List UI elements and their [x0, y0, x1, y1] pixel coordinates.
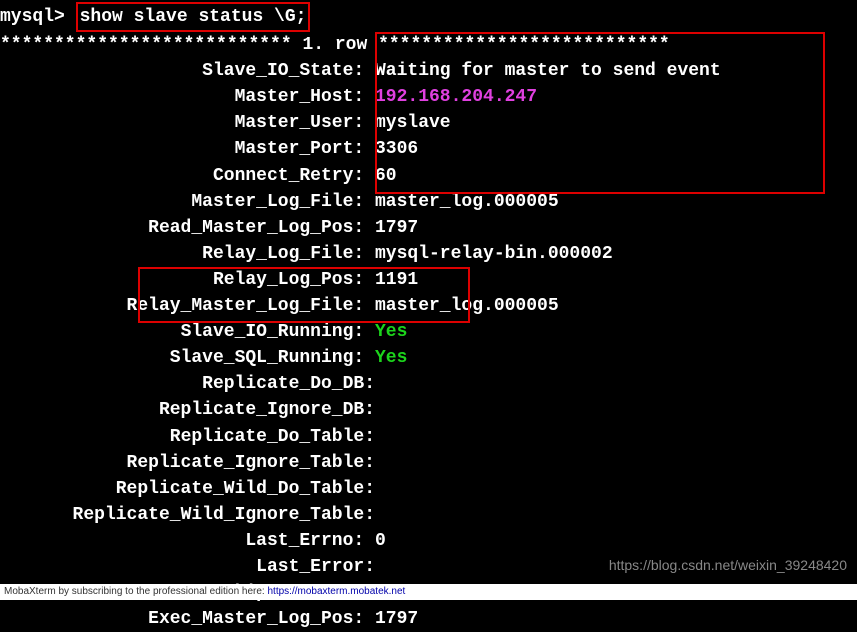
output-area: *************************** 1. row *****…: [0, 32, 857, 632]
status-value: Yes: [375, 345, 407, 371]
status-row: Slave_IO_Running: Yes: [0, 319, 857, 345]
status-key: Replicate_Do_Table:: [0, 424, 375, 450]
status-row: Exec_Master_Log_Pos: 1797: [0, 606, 857, 632]
status-key: Slave_SQL_Running:: [0, 345, 375, 371]
status-key: Relay_Master_Log_File:: [0, 293, 375, 319]
status-value: 3306: [375, 136, 418, 162]
status-key: Last_Errno:: [0, 528, 375, 554]
status-value: myslave: [375, 110, 451, 136]
status-row: Master_Log_File: master_log.000005: [0, 189, 857, 215]
status-key: Replicate_Do_DB:: [0, 371, 375, 397]
status-key: Replicate_Wild_Ignore_Table:: [0, 502, 375, 528]
status-key: Exec_Master_Log_Pos:: [0, 606, 375, 632]
mysql-prompt: mysql>: [0, 7, 76, 27]
command-text: show slave status \G;: [80, 7, 307, 27]
status-row: Slave_SQL_Running: Yes: [0, 345, 857, 371]
status-value: Waiting for master to send event: [375, 58, 721, 84]
status-key: Replicate_Ignore_DB:: [0, 397, 375, 423]
status-row: Last_Errno: 0: [0, 528, 857, 554]
status-value: 1191: [375, 267, 418, 293]
row-separator: *************************** 1. row *****…: [0, 32, 857, 58]
status-value: 192.168.204.247: [375, 84, 537, 110]
status-row: Connect_Retry: 60: [0, 163, 857, 189]
status-key: Master_Host:: [0, 84, 375, 110]
status-row: Slave_IO_State: Waiting for master to se…: [0, 58, 857, 84]
status-value: 1797: [375, 215, 418, 241]
status-fields: Slave_IO_State: Waiting for master to se…: [0, 58, 857, 632]
watermark: https://blog.csdn.net/weixin_39248420: [609, 555, 847, 575]
status-key: Read_Master_Log_Pos:: [0, 215, 375, 241]
command-line[interactable]: mysql> show slave status \G;: [0, 2, 857, 32]
status-key: Replicate_Ignore_Table:: [0, 450, 375, 476]
status-row: Replicate_Ignore_DB:: [0, 397, 857, 423]
status-row: Relay_Log_File: mysql-relay-bin.000002: [0, 241, 857, 267]
status-value: 1797: [375, 606, 418, 632]
status-row: Read_Master_Log_Pos: 1797: [0, 215, 857, 241]
status-row: Replicate_Do_Table:: [0, 424, 857, 450]
status-value: 60: [375, 163, 397, 189]
status-value: Yes: [375, 319, 407, 345]
status-key: Relay_Log_Pos:: [0, 267, 375, 293]
status-value: 0: [375, 528, 386, 554]
status-key: Connect_Retry:: [0, 163, 375, 189]
status-value: master_log.000005: [375, 293, 559, 319]
status-key: Slave_IO_State:: [0, 58, 375, 84]
footer-bar: MobaXterm by subscribing to the professi…: [0, 584, 857, 601]
status-key: Slave_IO_Running:: [0, 319, 375, 345]
status-value: mysql-relay-bin.000002: [375, 241, 613, 267]
status-row: Master_User: myslave: [0, 110, 857, 136]
footer-text: MobaXterm by subscribing to the professi…: [4, 586, 267, 597]
status-row: Replicate_Wild_Ignore_Table:: [0, 502, 857, 528]
status-value: master_log.000005: [375, 189, 559, 215]
status-row: Master_Host: 192.168.204.247: [0, 84, 857, 110]
status-row: Replicate_Ignore_Table:: [0, 450, 857, 476]
status-row: Master_Port: 3306: [0, 136, 857, 162]
status-key: Last_Error:: [0, 554, 375, 580]
status-row: Relay_Log_Pos: 1191: [0, 267, 857, 293]
command-highlight-box: show slave status \G;: [76, 2, 311, 32]
status-key: Relay_Log_File:: [0, 241, 375, 267]
footer-link[interactable]: https://mobaxterm.mobatek.net: [267, 586, 405, 597]
status-key: Master_Log_File:: [0, 189, 375, 215]
status-row: Relay_Master_Log_File: master_log.000005: [0, 293, 857, 319]
status-row: Replicate_Do_DB:: [0, 371, 857, 397]
status-row: Replicate_Wild_Do_Table:: [0, 476, 857, 502]
status-key: Master_User:: [0, 110, 375, 136]
status-key: Replicate_Wild_Do_Table:: [0, 476, 375, 502]
status-key: Master_Port:: [0, 136, 375, 162]
